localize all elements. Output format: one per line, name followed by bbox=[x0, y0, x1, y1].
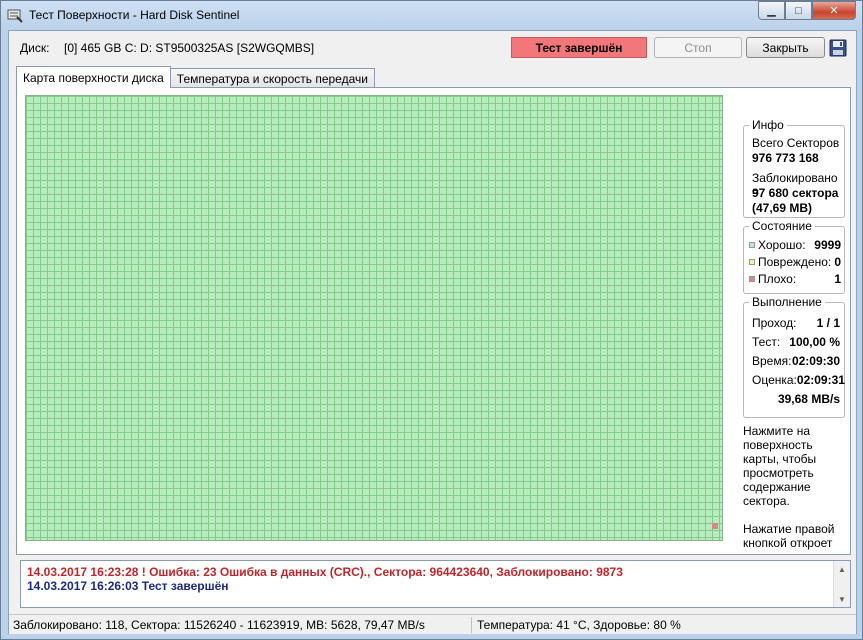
state-damaged-value: 0 bbox=[834, 255, 841, 269]
exec-time-row: Время: 02:09:30 bbox=[752, 353, 840, 369]
execution-group-title: Выполнение bbox=[749, 295, 825, 309]
state-bad-label: Плохо: bbox=[758, 272, 797, 286]
blocked-value: 97 680 сектора bbox=[752, 186, 839, 200]
scroll-up-icon[interactable]: ▲ bbox=[834, 561, 850, 577]
state-row-bad: Плохо: 1 bbox=[749, 271, 841, 287]
bad-sector-block[interactable] bbox=[712, 523, 718, 529]
execution-group: Выполнение Проход: 1 / 1 Тест: 100,00 % … bbox=[743, 295, 845, 418]
maximize-icon: □ bbox=[795, 4, 802, 17]
minimize-button[interactable]: ▁ bbox=[758, 1, 785, 20]
tab-panel: Инфо Всего Секторов 976 773 168 Заблокир… bbox=[16, 87, 851, 555]
status-separator bbox=[471, 617, 472, 633]
state-row-damaged: Повреждено: 0 bbox=[749, 254, 841, 270]
disk-test-icon bbox=[7, 7, 23, 23]
state-row-good: Хорошо: 9999 bbox=[749, 237, 841, 253]
status-bar: Заблокировано: 118, Сектора: 11526240 - … bbox=[9, 614, 856, 634]
dialog-client: Диск: [0] 465 GB C: D: ST9500325AS [S2WG… bbox=[8, 30, 857, 634]
tab-surface-map[interactable]: Карта поверхности диска bbox=[16, 66, 171, 88]
scroll-down-icon[interactable]: ▼ bbox=[834, 591, 850, 607]
exec-pass-row: Проход: 1 / 1 bbox=[752, 315, 840, 331]
test-label: Тест: bbox=[752, 335, 781, 349]
total-sectors-value: 976 773 168 bbox=[752, 151, 819, 165]
disk-toolbar: Диск: [0] 465 GB C: D: ST9500325AS [S2WG… bbox=[9, 31, 856, 65]
status-health-info: Температура: 41 °C, Здоровье: 80 % bbox=[477, 618, 681, 632]
log-info-line: 14.03.2017 16:26:03 Тест завершён bbox=[27, 579, 229, 593]
pass-value: 1 / 1 bbox=[816, 316, 840, 330]
pass-label: Проход: bbox=[752, 316, 797, 330]
time-label: Время: bbox=[752, 354, 792, 368]
disk-value: [0] 465 GB C: D: ST9500325AS [S2WGQMBS] bbox=[64, 41, 315, 55]
tab-temperature-speed[interactable]: Температура и скорость передачи bbox=[169, 68, 375, 88]
log-scrollbar[interactable]: ▲ ▼ bbox=[833, 561, 850, 607]
estimate-value: 02:09:31 bbox=[796, 373, 845, 387]
close-window-button[interactable]: ✕ bbox=[812, 1, 856, 20]
state-group-title: Состояние bbox=[749, 219, 815, 233]
title-bar[interactable]: Тест Поверхности - Hard Disk Sentinel ▁ … bbox=[1, 1, 862, 29]
exec-estimate-row: Оценка: 02:09:31 bbox=[752, 372, 845, 388]
state-damaged-label: Повреждено: bbox=[758, 255, 832, 269]
test-value: 100,00 % bbox=[789, 335, 840, 349]
blocked-size: (47,69 MB) bbox=[752, 201, 813, 215]
exec-speed-row: 39,68 MB/s bbox=[752, 391, 840, 407]
time-value: 02:09:30 bbox=[791, 354, 840, 368]
log-error-line: 14.03.2017 16:23:28 ! Ошибка: 23 Ошибка … bbox=[27, 565, 623, 579]
help-text: Нажмите на поверхность карты, чтобы прос… bbox=[743, 424, 835, 550]
state-group: Состояние Хорошо: 9999 Повреждено: 0 Пло… bbox=[743, 219, 845, 294]
event-log[interactable]: 14.03.2017 16:23:28 ! Ошибка: 23 Ошибка … bbox=[20, 560, 851, 608]
surface-map[interactable] bbox=[25, 95, 723, 541]
floppy-save-icon[interactable] bbox=[828, 37, 848, 58]
state-good-value: 9999 bbox=[814, 238, 841, 252]
minimize-icon: ▁ bbox=[767, 5, 776, 17]
status-blocked-info: Заблокировано: 118, Сектора: 11526240 - … bbox=[13, 618, 425, 632]
total-sectors-label: Всего Секторов bbox=[752, 136, 840, 150]
speed-value: 39,68 MB/s bbox=[777, 392, 840, 406]
good-legend-swatch bbox=[749, 242, 755, 248]
info-group: Инфо Всего Секторов 976 773 168 Заблокир… bbox=[743, 118, 845, 218]
window-title: Тест Поверхности - Hard Disk Sentinel bbox=[29, 8, 240, 22]
state-bad-value: 1 bbox=[834, 272, 841, 286]
window-controls: ▁ □ ✕ bbox=[758, 1, 856, 20]
info-group-title: Инфо bbox=[749, 118, 787, 132]
bad-legend-swatch bbox=[749, 276, 755, 282]
disk-label: Диск: bbox=[20, 41, 50, 55]
stop-button[interactable]: Стоп bbox=[654, 37, 742, 58]
test-status-badge: Тест завершён bbox=[511, 37, 647, 58]
maximize-button[interactable]: □ bbox=[785, 1, 812, 20]
close-button[interactable]: Закрыть bbox=[746, 37, 825, 58]
exec-test-row: Тест: 100,00 % bbox=[752, 334, 840, 350]
damaged-legend-swatch bbox=[749, 259, 755, 265]
estimate-label: Оценка: bbox=[752, 373, 797, 387]
app-window: Тест Поверхности - Hard Disk Sentinel ▁ … bbox=[0, 0, 863, 640]
state-good-label: Хорошо: bbox=[758, 238, 806, 252]
close-icon: ✕ bbox=[829, 5, 839, 17]
tab-strip: Карта поверхности диска Температура и ск… bbox=[16, 66, 375, 88]
